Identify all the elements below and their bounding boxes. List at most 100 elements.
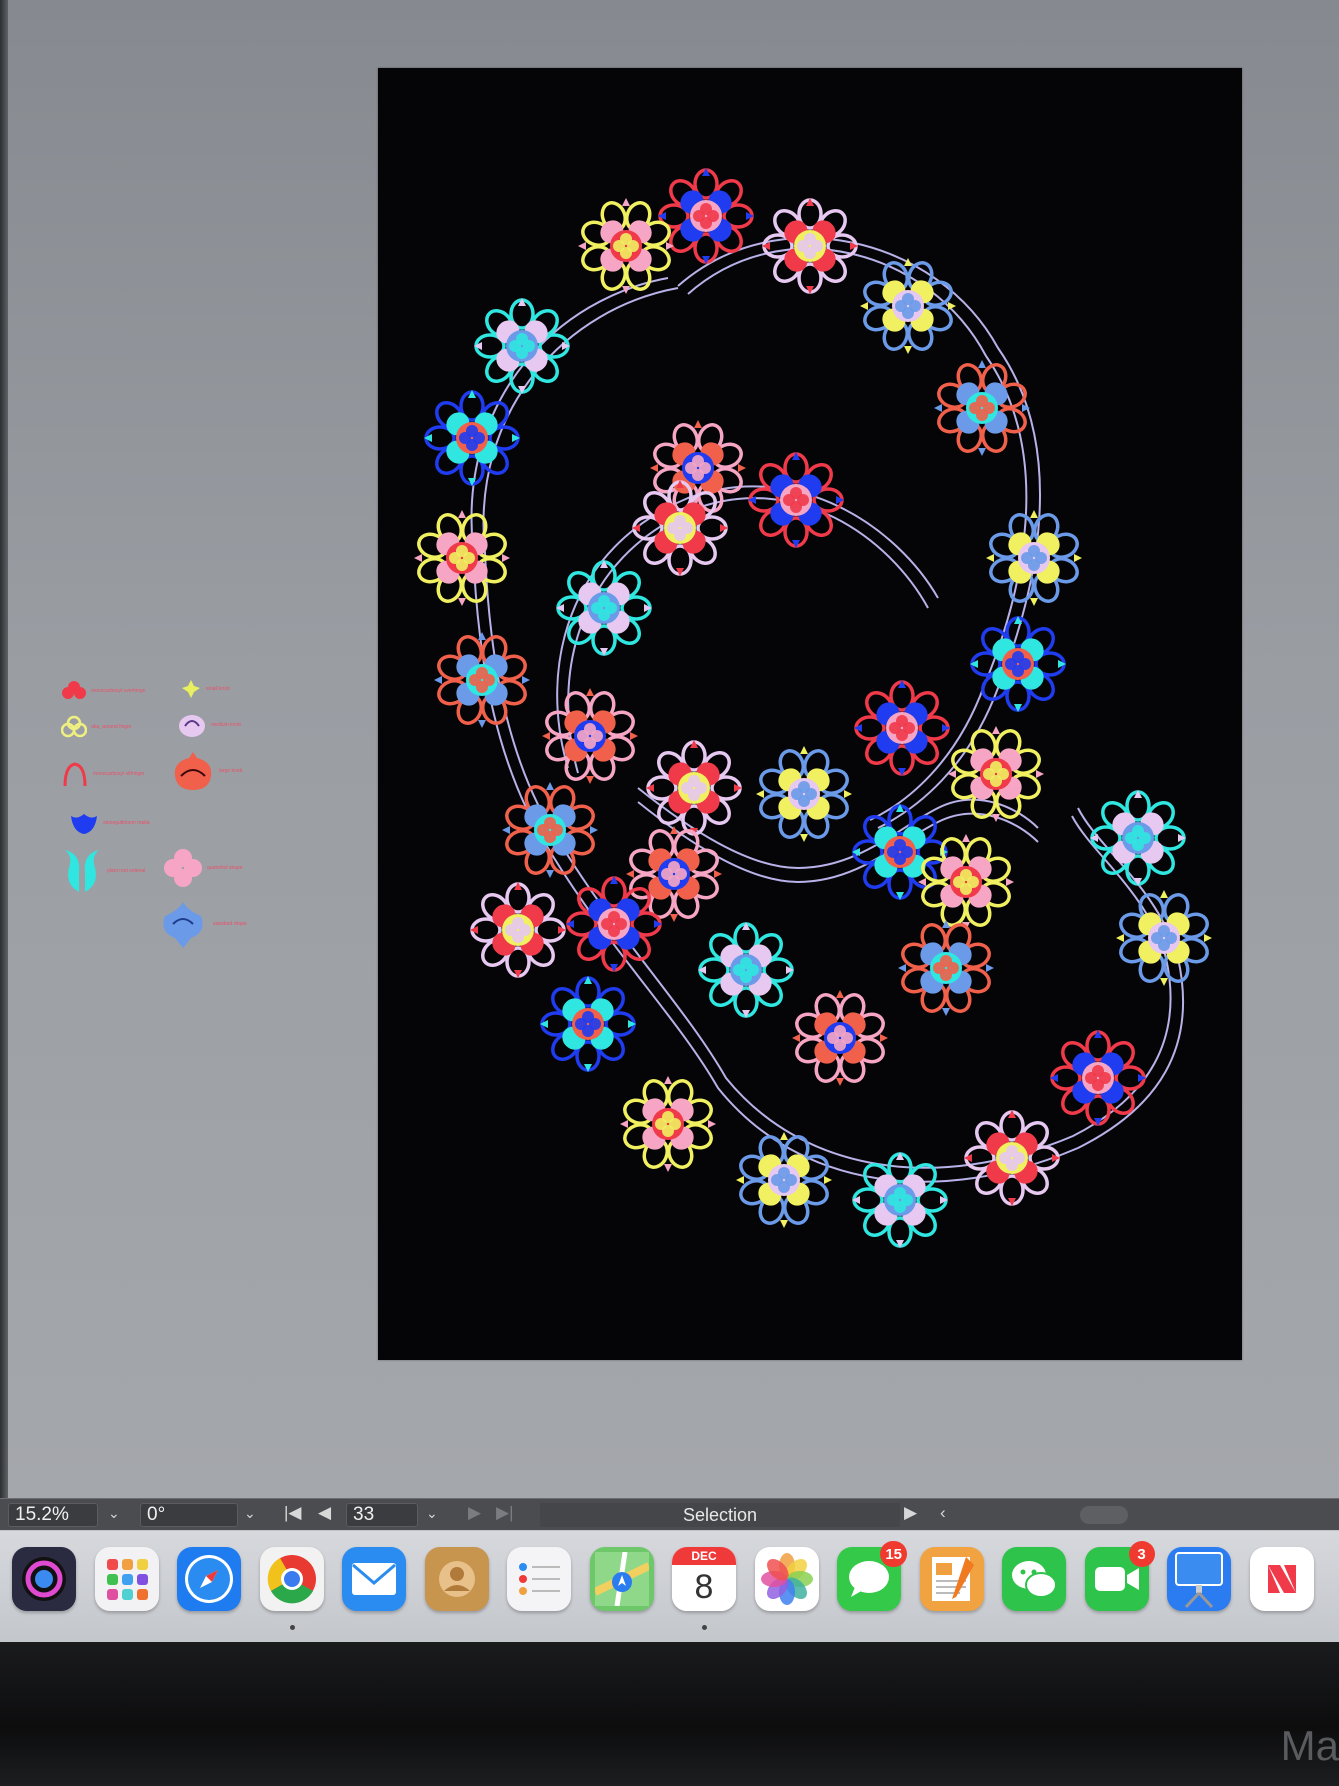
siri-icon[interactable]	[12, 1547, 76, 1611]
chevron-down-icon[interactable]: ⌄	[426, 1505, 438, 1522]
mandala-motif[interactable]	[658, 168, 754, 264]
keynote-icon[interactable]	[1167, 1547, 1231, 1611]
calendar-icon[interactable]: DEC 8	[672, 1547, 736, 1611]
quatrefoil-icon	[163, 848, 203, 888]
photos-icon[interactable]	[754, 1547, 819, 1611]
mandala-motif[interactable]	[860, 258, 956, 354]
legend-item[interactable]: quatrefoil shape	[163, 848, 243, 888]
mandala-motif[interactable]	[424, 390, 520, 486]
mandala-motif[interactable]	[986, 510, 1082, 606]
mandala-motif[interactable]	[626, 826, 722, 922]
artboard[interactable]	[378, 68, 1242, 1360]
large-knob-icon	[171, 750, 215, 792]
facetime-icon[interactable]: 3	[1084, 1541, 1155, 1611]
window-left-edge	[0, 0, 8, 1520]
rotation-field[interactable]: 0°	[140, 1503, 238, 1527]
flower-icon	[61, 678, 87, 704]
artboard-number-field[interactable]: 33	[346, 1503, 418, 1527]
legend-label: aba_around finger	[91, 724, 132, 730]
chevron-down-icon[interactable]: ⌄	[108, 1505, 120, 1522]
running-indicator	[702, 1625, 707, 1630]
mail-icon[interactable]	[342, 1547, 406, 1611]
calendar-day: 8	[694, 1568, 714, 1606]
zoom-value: 15.2%	[15, 1504, 69, 1525]
monitor-bezel	[0, 1642, 1339, 1786]
mandala-motif[interactable]	[1090, 790, 1186, 886]
legend-item[interactable]: medium knob	[177, 710, 241, 740]
legend-label: stonegutbloom matta	[103, 820, 150, 826]
mandala-motif[interactable]	[792, 990, 888, 1086]
chevron-left-icon[interactable]: ‹	[940, 1503, 946, 1523]
legend-label: plant root extenal	[107, 868, 146, 874]
mandala-motif[interactable]	[1050, 1030, 1146, 1126]
calendar-month: DEC	[672, 1547, 736, 1565]
medium-knob-icon	[177, 710, 207, 740]
mandala-motif[interactable]	[556, 560, 652, 656]
notification-badge: 3	[1128, 1541, 1155, 1567]
status-bar: 15.2% ⌄ 0° ⌄ |◀ ◀ 33 ⌄ ▶ ▶| Selection ▶ …	[0, 1498, 1339, 1530]
dock: DEC 8 15 3	[0, 1530, 1339, 1642]
legend-item[interactable]: standard drape	[157, 898, 247, 950]
safari-icon[interactable]	[177, 1547, 241, 1611]
running-indicator	[289, 1625, 295, 1630]
mandala-motif[interactable]	[470, 882, 566, 978]
first-artboard-icon[interactable]: |◀	[284, 1503, 302, 1523]
legend-label: large knob	[219, 768, 243, 774]
mandala-motif[interactable]	[854, 680, 950, 776]
arch-outline-icon	[61, 760, 89, 788]
chrome-icon[interactable]	[259, 1547, 324, 1611]
legend-item[interactable]: stonegutbloom matta	[69, 810, 150, 836]
mandala-motif[interactable]	[632, 480, 728, 576]
bezel-brand-text: Ma	[1280, 1722, 1339, 1769]
mandala-motif[interactable]	[748, 452, 844, 548]
news-icon[interactable]	[1249, 1547, 1314, 1611]
mandala-motif[interactable]	[964, 1110, 1060, 1206]
trefoil-outline-icon	[60, 714, 88, 740]
legend-item[interactable]: large knob	[171, 750, 242, 792]
mandala-motif[interactable]	[474, 298, 570, 394]
rotation-value: 0°	[147, 1504, 166, 1525]
legend-item[interactable]: plant root extenal	[61, 848, 145, 894]
previous-artboard-icon[interactable]: ◀	[318, 1503, 331, 1523]
legend-item[interactable]: monocarboxyl overhinge	[61, 678, 145, 704]
mandala-motif[interactable]	[852, 804, 948, 900]
contacts-icon[interactable]	[424, 1547, 489, 1611]
chevron-down-icon[interactable]: ⌄	[244, 1505, 256, 1522]
twin-leaf-icon	[61, 848, 103, 894]
legend-item[interactable]: aba_around finger	[60, 714, 132, 740]
horizontal-scrollbar-thumb[interactable]	[1080, 1506, 1128, 1524]
last-artboard-icon[interactable]: ▶|	[496, 1503, 514, 1523]
current-tool-display[interactable]: Selection	[540, 1503, 900, 1527]
pages-icon[interactable]	[919, 1547, 984, 1611]
next-artboard-icon[interactable]: ▶	[468, 1503, 481, 1523]
mandala-motif[interactable]	[762, 198, 858, 294]
zoom-field[interactable]: 15.2%	[8, 1503, 98, 1527]
play-icon[interactable]: ▶	[904, 1503, 917, 1523]
legend-item[interactable]: monocarboxyl olifringer	[61, 760, 145, 788]
mandala-motif[interactable]	[1116, 890, 1212, 986]
mandala-motif[interactable]	[646, 740, 742, 836]
lotus-icon	[69, 810, 99, 836]
legend-label: quatrefoil shape	[207, 865, 243, 871]
mandala-motif[interactable]	[650, 420, 746, 516]
messages-icon[interactable]: 15	[837, 1541, 907, 1611]
mandala-motif[interactable]	[934, 360, 1030, 456]
maps-icon[interactable]	[589, 1547, 654, 1611]
legend-item[interactable]: small knob	[180, 678, 230, 700]
legend-label: monocarboxyl overhinge	[91, 688, 146, 694]
launchpad-icon[interactable]	[94, 1547, 159, 1611]
mandala-artwork[interactable]	[378, 68, 1242, 1360]
legend-label: standard drape	[213, 921, 247, 927]
wechat-icon[interactable]	[1002, 1547, 1066, 1611]
mandala-motif[interactable]	[756, 746, 852, 842]
mandala-motif[interactable]	[948, 726, 1044, 822]
mandala-motif[interactable]	[566, 876, 662, 972]
mandala-motif[interactable]	[898, 920, 994, 1016]
mandala-motif[interactable]	[620, 1076, 716, 1172]
mandala-motif[interactable]	[502, 782, 598, 878]
current-tool-label: Selection	[682, 1504, 758, 1525]
reminders-icon[interactable]	[507, 1547, 571, 1611]
mandala-motif[interactable]	[414, 510, 510, 606]
mandala-motif[interactable]	[698, 922, 794, 1018]
mandala-motif[interactable]	[540, 976, 636, 1072]
